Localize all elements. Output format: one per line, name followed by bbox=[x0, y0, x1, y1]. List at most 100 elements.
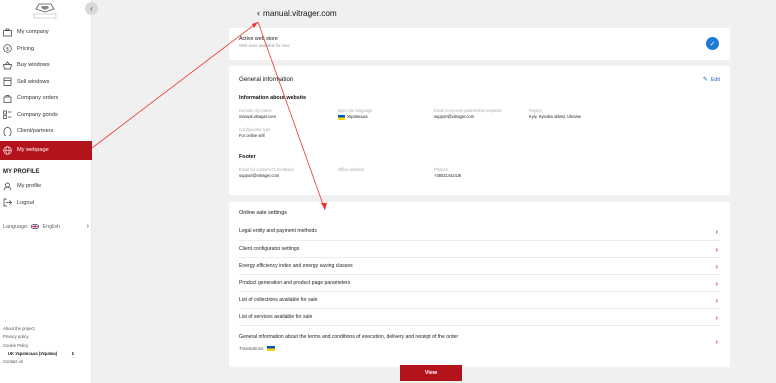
ukraine-flag-icon bbox=[267, 345, 276, 351]
edit-button[interactable]: ✎ Edit bbox=[702, 76, 720, 84]
cookie-link[interactable]: Cookie Policy bbox=[3, 342, 74, 350]
settings-row-services[interactable]: List of services available for sale › bbox=[239, 309, 720, 326]
language-selector[interactable]: Language: English › bbox=[3, 223, 89, 230]
translations-label: Translations bbox=[239, 345, 264, 351]
sidebar-item-label: Company orders bbox=[17, 95, 59, 102]
field-value: Kyiv, Kyivska oblast, Ukraine bbox=[529, 114, 582, 119]
vitrager-logo[interactable] bbox=[33, 3, 57, 19]
chevron-right-icon: › bbox=[86, 223, 89, 230]
language-field: Main site language Українська bbox=[338, 108, 372, 120]
uk-flag-icon bbox=[31, 223, 40, 230]
sidebar-item-logout[interactable]: Logout bbox=[0, 195, 92, 212]
row-label: List of services available for sale bbox=[239, 314, 313, 320]
row-label: General information about the terms and … bbox=[239, 333, 459, 340]
field-value: Українська bbox=[347, 114, 368, 119]
sidebar-item-label: Sell windows bbox=[17, 78, 50, 85]
main-content: ‹ manual.vitrager.com Active web store W… bbox=[92, 0, 776, 383]
web-store-toggle[interactable]: ✓ bbox=[706, 37, 719, 50]
privacy-link[interactable]: Privacy policy bbox=[3, 333, 74, 341]
sidebar: ‹ My company $ Pricing Buy windows Sell … bbox=[0, 0, 98, 383]
row-label: Client configurator settings bbox=[239, 246, 300, 252]
row-label: Product generation and product page para… bbox=[239, 280, 351, 286]
collapse-sidebar-button[interactable]: ‹ bbox=[85, 2, 98, 15]
view-button[interactable]: View bbox=[400, 365, 462, 381]
settings-row-collections[interactable]: List of collections available for sale › bbox=[239, 292, 720, 309]
sidebar-item-label: My webpage bbox=[17, 147, 49, 153]
chevron-right-icon: › bbox=[715, 244, 718, 254]
sidebar-item-company-orders[interactable]: Company orders bbox=[0, 90, 92, 107]
sidebar-item-my-profile[interactable]: My profile bbox=[0, 178, 92, 195]
sidebar-item-label: My profile bbox=[17, 183, 42, 190]
profile-section-title: MY PROFILE bbox=[3, 169, 40, 175]
locale-select[interactable]: UK Українська (Україна) ⇕ bbox=[3, 350, 74, 358]
chevron-right-icon: › bbox=[715, 337, 718, 346]
field-value-row: Українська bbox=[338, 114, 372, 120]
contact-link[interactable]: Contact us bbox=[3, 358, 74, 366]
back-arrow-icon[interactable]: ‹ bbox=[257, 8, 260, 18]
about-link[interactable]: About the project bbox=[3, 325, 74, 333]
logout-icon bbox=[3, 198, 12, 207]
settings-row-energy[interactable]: Energy efficiency index and energy savin… bbox=[239, 258, 720, 275]
sidebar-item-label: Buy windows bbox=[17, 62, 50, 69]
sidebar-item-buy-windows[interactable]: Buy windows bbox=[0, 57, 92, 74]
chevron-right-icon: › bbox=[715, 295, 718, 305]
general-info-title: General information bbox=[239, 76, 294, 83]
web-store-title: Active web store bbox=[239, 36, 278, 42]
online-sale-card: Online sale settings Legal entity and pa… bbox=[229, 202, 730, 367]
settings-row-terms[interactable]: General information about the terms and … bbox=[239, 326, 720, 358]
row-label: Energy efficiency index and energy savin… bbox=[239, 263, 353, 269]
globe-icon bbox=[3, 145, 12, 155]
page-title-text: manual.vitrager.com bbox=[263, 8, 337, 18]
general-info-card: General information ✎ Edit Information a… bbox=[229, 66, 730, 195]
sidebar-item-my-company[interactable]: My company bbox=[0, 24, 92, 41]
page-title: ‹ manual.vitrager.com bbox=[257, 8, 337, 18]
office-address-field: Office address bbox=[338, 167, 364, 173]
sidebar-item-label: Client/partners bbox=[17, 128, 54, 135]
settings-row-legal[interactable]: Legal entity and payment methods › bbox=[239, 222, 720, 241]
sidebar-item-sell-windows[interactable]: Sell windows bbox=[0, 74, 92, 91]
web-store-subtitle: Web store available for user bbox=[239, 43, 290, 48]
region-field: Region Kyiv, Kyivska oblast, Ukraine bbox=[529, 108, 581, 120]
field-value: For online sell bbox=[239, 133, 265, 138]
ukraine-flag-icon bbox=[338, 114, 345, 120]
footer-heading: Footer bbox=[239, 154, 256, 160]
sidebar-item-label: Logout bbox=[17, 199, 35, 206]
sidebar-item-label: Pricing bbox=[17, 45, 35, 52]
email-field: Email to receive partnership requests su… bbox=[434, 108, 502, 120]
goods-icon bbox=[3, 110, 12, 120]
language-label: Language: bbox=[3, 223, 29, 230]
dollar-icon: $ bbox=[3, 44, 12, 53]
field-label: Office address bbox=[338, 167, 365, 172]
profile-nav: My profile Logout bbox=[0, 178, 92, 211]
chevron-right-icon: › bbox=[715, 261, 718, 271]
sort-arrows-icon: ⇕ bbox=[71, 350, 75, 356]
website-info-heading: Information about website bbox=[239, 95, 307, 101]
pencil-icon: ✎ bbox=[702, 77, 708, 83]
sidebar-item-pricing[interactable]: $ Pricing bbox=[0, 41, 92, 58]
field-value: support@vitrager.com bbox=[239, 173, 280, 178]
sidebar-item-company-goods[interactable]: Company goods bbox=[0, 107, 92, 124]
briefcase-icon bbox=[3, 28, 12, 37]
settings-row-configurator[interactable]: Client configurator settings › bbox=[239, 241, 720, 258]
field-value: support@vitrager.com bbox=[434, 114, 475, 119]
sidebar-footer: About the project Privacy policy Cookie … bbox=[3, 325, 74, 366]
settings-row-product[interactable]: Product generation and product page para… bbox=[239, 275, 720, 292]
cart-icon bbox=[3, 60, 12, 70]
configurator-field: Configurator type For online sell bbox=[239, 127, 270, 139]
locale-value: UK Українська (Україна) bbox=[8, 350, 58, 356]
svg-text:$: $ bbox=[6, 47, 9, 53]
sidebar-nav: My company $ Pricing Buy windows Sell wi… bbox=[0, 24, 92, 160]
phones-field: Phones +380214424J6 bbox=[434, 167, 461, 179]
domain-field: Domain city name manual.vitrager.com bbox=[239, 108, 276, 120]
chevron-right-icon: › bbox=[715, 226, 718, 236]
sidebar-item-label: My company bbox=[17, 29, 49, 36]
sidebar-item-my-webpage[interactable]: My webpage bbox=[0, 140, 92, 160]
row-label: Legal entity and payment methods bbox=[239, 228, 317, 234]
chevron-right-icon: › bbox=[715, 312, 718, 322]
shop-icon bbox=[3, 77, 12, 87]
online-sale-title: Online sale settings bbox=[239, 210, 287, 216]
sidebar-item-client-partners[interactable]: Client/partners bbox=[0, 123, 92, 140]
edit-label: Edit bbox=[710, 76, 720, 83]
row-label: List of collections available for sale bbox=[239, 297, 318, 303]
field-value: manual.vitrager.com bbox=[239, 114, 276, 119]
